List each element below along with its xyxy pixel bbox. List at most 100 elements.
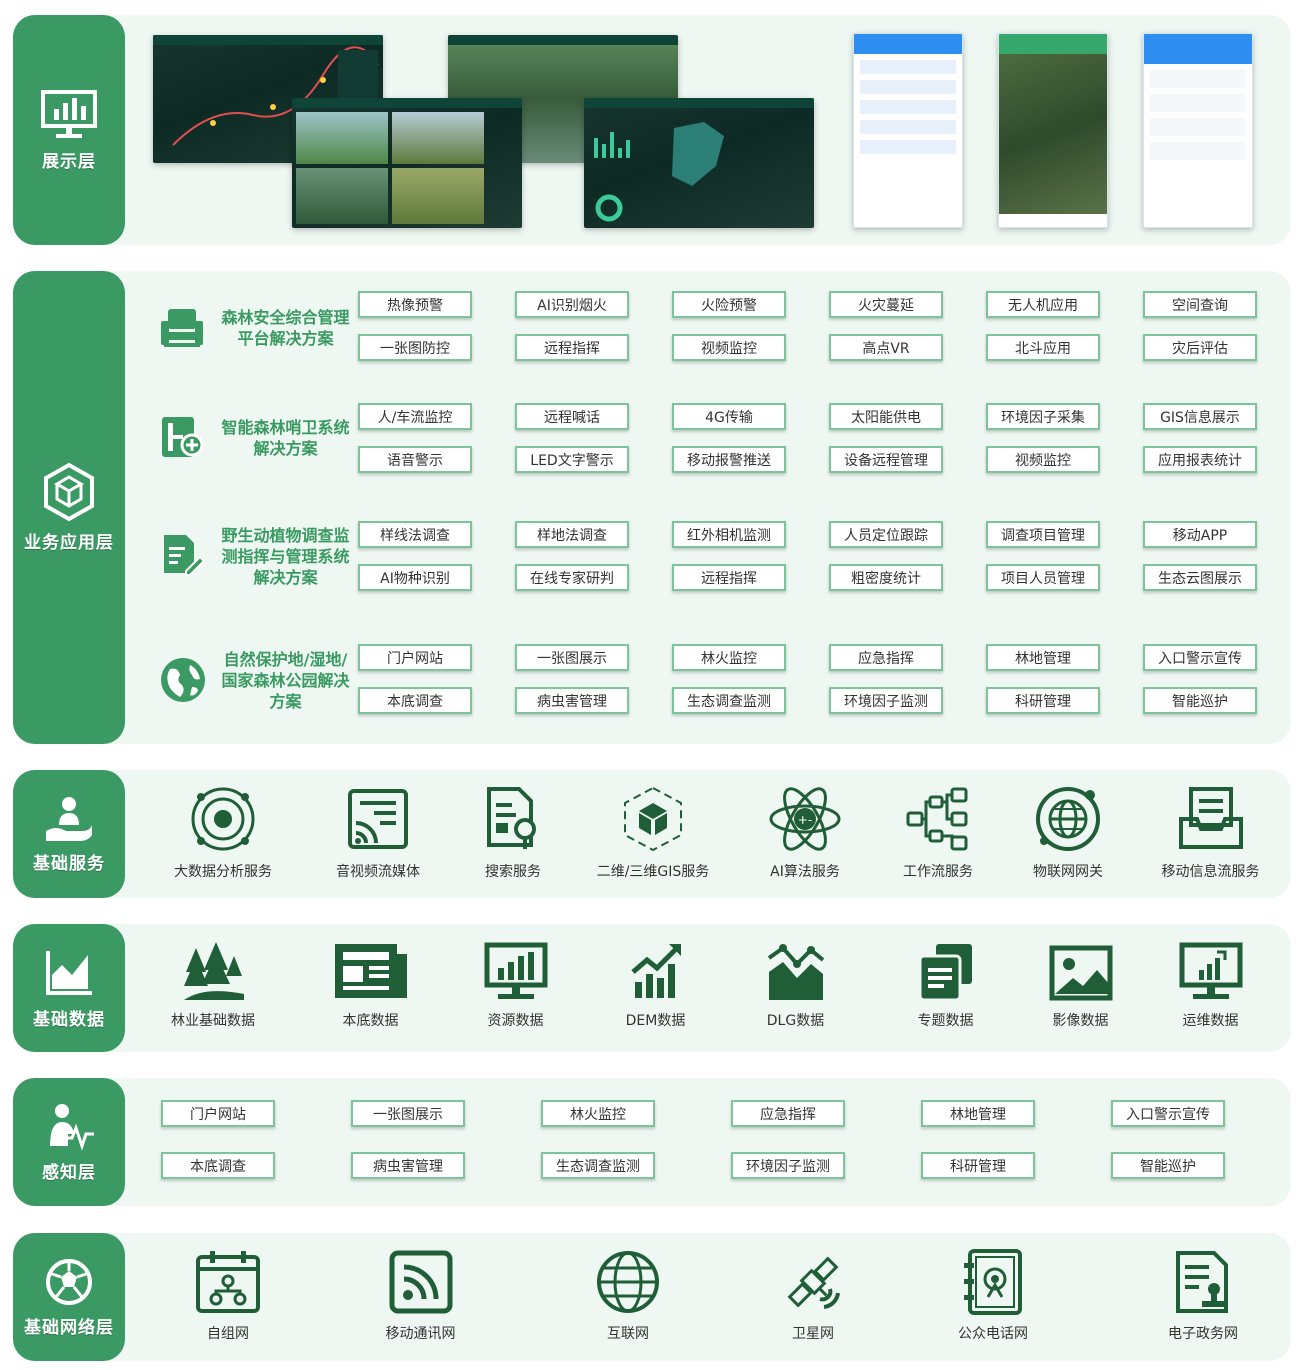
network-satellite: 卫星网: [758, 1249, 868, 1343]
calendar-network-icon: [173, 1249, 283, 1315]
solution-tag: 火灾蔓延: [829, 291, 943, 318]
sofa-platform-icon: [158, 303, 206, 355]
service-bigdata: 大数据分析服务: [158, 785, 288, 881]
network-pstn: 公众电话网: [928, 1249, 1058, 1343]
solution-tag: 林地管理: [986, 644, 1100, 671]
data-resource: 资源数据: [458, 942, 573, 1030]
service-gis: 二维/三维GIS服务: [578, 785, 728, 881]
solution-tag: 4G传输: [672, 403, 786, 430]
solution-tag: 门户网站: [358, 644, 472, 671]
solution-tag: 红外相机监测: [672, 521, 786, 548]
network-adhoc: 自组网: [173, 1249, 283, 1343]
solution-tag: 热像预警: [358, 291, 472, 318]
solution-title-2: 智能森林哨卫系统解决方案: [221, 418, 350, 458]
perception-tag: 门户网站: [161, 1100, 275, 1127]
solution-tag: 在线专家研判: [515, 564, 629, 591]
base-data-layer-label: 基础数据: [13, 924, 125, 1052]
service-label: AI算法服务: [770, 864, 840, 880]
data-label: DLG数据: [766, 1013, 825, 1029]
monitor-signal-icon: [1153, 942, 1268, 1002]
person-pulse-icon: [42, 1102, 96, 1152]
network-mobile: 移动通讯网: [363, 1249, 478, 1343]
display-layer: 展示层: [13, 15, 1291, 245]
service-workflow: 工作流服务: [873, 785, 1003, 881]
solution-tag: 火险预警: [672, 291, 786, 318]
solution-tag: 应用报表统计: [1143, 446, 1257, 473]
base-service-layer-label: 基础服务: [13, 770, 125, 898]
hand-user-icon: [42, 795, 96, 843]
hierarchy-icon: [873, 785, 1003, 853]
solution-tag: 远程喊话: [515, 403, 629, 430]
solution-tag: 本底调查: [358, 687, 472, 714]
image-picture-icon: [1023, 942, 1138, 1002]
solution-tag: 移动报警推送: [672, 446, 786, 473]
network-label: 公众电话网: [958, 1326, 1028, 1342]
solution-tag: 灾后评估: [1143, 334, 1257, 361]
globe-grid-icon: [573, 1249, 683, 1315]
business-layer-title: 业务应用层: [24, 533, 114, 553]
globe-ball-icon: [44, 1257, 94, 1307]
solution-tag: 林火监控: [672, 644, 786, 671]
forest-trees-icon: [153, 942, 273, 1002]
solution-tag: 智能巡护: [1143, 687, 1257, 714]
satellite-icon: [758, 1249, 868, 1315]
monitor-bars-icon: [458, 942, 573, 1002]
perception-tag: 林火监控: [541, 1100, 655, 1127]
document-edit-icon: [158, 531, 206, 583]
service-ai: +- AI算法服务: [740, 785, 870, 881]
cube-3d-icon: [578, 785, 728, 853]
target-rings-icon: [158, 785, 288, 853]
perception-tag: 林地管理: [921, 1100, 1035, 1127]
network-internet: 互联网: [573, 1249, 683, 1343]
newspaper-icon: [313, 942, 428, 1002]
service-streaming: 音视频流媒体: [313, 785, 443, 881]
inbox-tray-icon: [1143, 785, 1278, 853]
service-search: 搜索服务: [448, 785, 578, 881]
document-stamp-icon: [1138, 1249, 1268, 1315]
data-imagery: 影像数据: [1023, 942, 1138, 1030]
monitor-chart-icon: [40, 89, 98, 141]
perception-tag: 一张图展示: [351, 1100, 465, 1127]
data-label: DEM数据: [625, 1013, 686, 1029]
cast-screen-icon: [313, 785, 443, 853]
perception-tag: 应急指挥: [731, 1100, 845, 1127]
solution-tag: 样线法调查: [358, 521, 472, 548]
signal-square-icon: [363, 1249, 478, 1315]
data-forestry: 林业基础数据: [153, 942, 273, 1030]
service-mobile-info: 移动信息流服务: [1143, 785, 1278, 881]
solution-tag: 粗密度统计: [829, 564, 943, 591]
network-label: 电子政务网: [1168, 1326, 1238, 1342]
solution-tag: 空间查询: [1143, 291, 1257, 318]
network-label: 卫星网: [792, 1326, 834, 1342]
solution-title-1: 森林安全综合管理平台解决方案: [221, 308, 350, 348]
solution-tag: 病虫害管理: [515, 687, 629, 714]
data-label: 运维数据: [1182, 1013, 1239, 1029]
service-label: 音视频流媒体: [336, 864, 420, 880]
solution-tag: 无人机应用: [986, 291, 1100, 318]
perception-tag: 入口警示宣传: [1111, 1100, 1225, 1127]
base-data-layer-title: 基础数据: [33, 1009, 105, 1030]
perception-layer-title: 感知层: [42, 1162, 96, 1183]
data-baseline: 本底数据: [313, 942, 428, 1030]
screenshot-mobile-map: [998, 33, 1108, 228]
base-service-layer-title: 基础服务: [33, 853, 105, 874]
solution-tag: 应急指挥: [829, 644, 943, 671]
solution-tag: 高点VR: [829, 334, 943, 361]
area-chart-icon: [42, 947, 96, 999]
stacked-docs-icon: [888, 942, 1003, 1002]
screenshot-mobile-alerts: [1143, 33, 1253, 228]
solution-tag: 环境因子监测: [829, 687, 943, 714]
perception-layer: 感知层 门户网站 一张图展示 林火监控 应急指挥 林地管理 入口警示宣传 本底调查 病虫害管理…: [13, 1078, 1291, 1206]
line-bar-chart-icon: [738, 942, 853, 1002]
network-label: 移动通讯网: [385, 1326, 456, 1342]
growth-chart-icon: [598, 942, 713, 1002]
solution-tag: 生态调查监测: [672, 687, 786, 714]
solution-tag: 视频监控: [986, 446, 1100, 473]
data-label: 影像数据: [1052, 1013, 1109, 1029]
solution-tag: GIS信息展示: [1143, 403, 1257, 430]
network-layer-label: 基础网络层: [13, 1233, 125, 1361]
solution-tag: 视频监控: [672, 334, 786, 361]
document-search-icon: [448, 785, 578, 853]
solution-tag: AI物种识别: [358, 564, 472, 591]
base-data-layer: 基础数据 林业基础数据 本底数据 资源数据 DEM数据 DLG数据 专题数据 影…: [13, 924, 1291, 1052]
